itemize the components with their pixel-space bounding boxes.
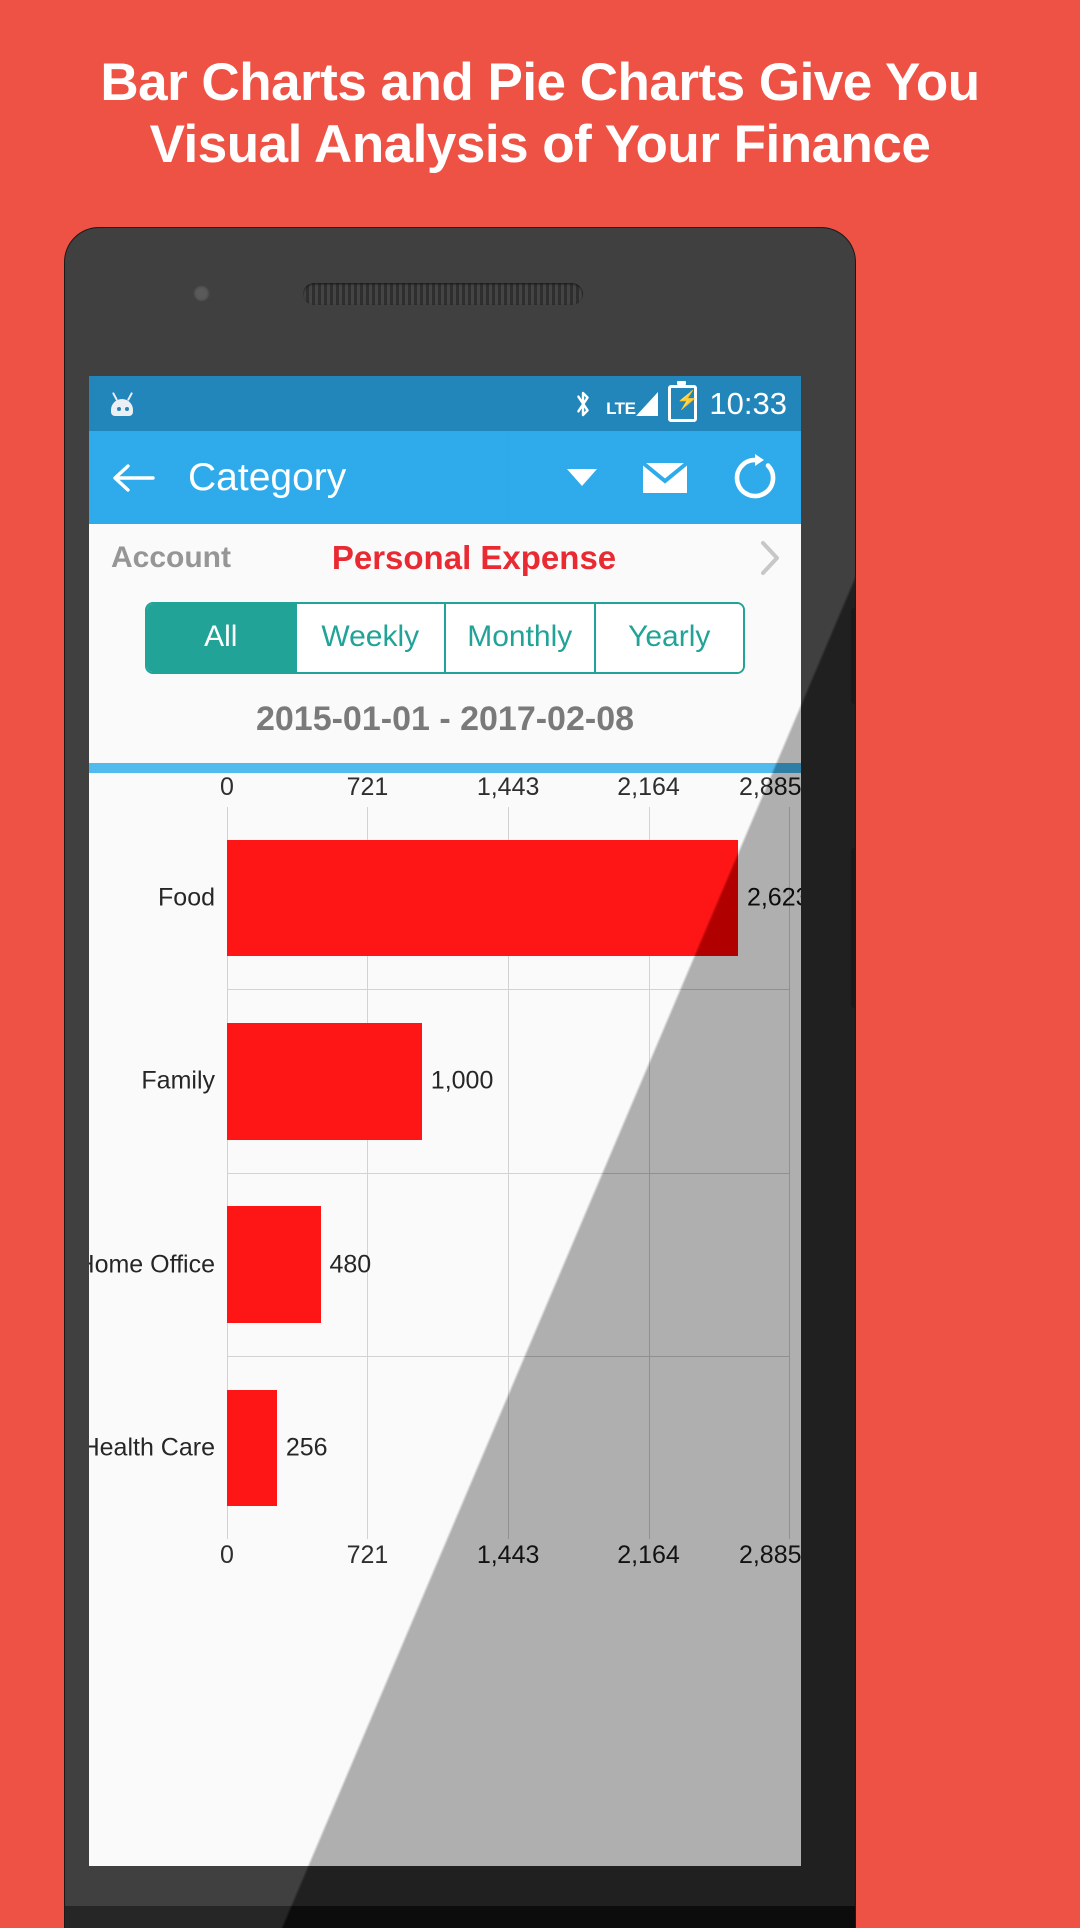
chart-category-label: Family [141,1066,215,1095]
chart-axis-top: 0 721 1,443 2,164 2,885 [89,773,801,807]
axis-tick-label: 2,164 [617,773,680,801]
date-range-label[interactable]: 2015-01-01 - 2017-02-08 [89,674,801,763]
chart-axis-bottom: 0 721 1,443 2,164 2,885 [89,1541,801,1575]
axis-tick-label: 721 [346,1541,389,1569]
front-camera-icon [193,285,210,302]
chart-bar[interactable] [227,839,738,957]
axis-tick-label: 2,885 [738,773,801,801]
chart-bar-row[interactable]: Family 1,000 [141,990,789,1174]
bluetooth-icon [577,391,589,416]
app-toolbar: Category [89,431,801,524]
promo-headline-line2: Visual Analysis of Your Finance [149,115,931,174]
status-bar: LTE ⚡ 10:33 [89,376,801,431]
chart-bar-value: 480 [329,1250,372,1279]
axis-tick-label: 1,443 [476,1541,540,1569]
period-tabs-group: All Weekly Monthly Yearly [145,602,745,674]
axis-tick-label: 2,885 [738,1541,801,1569]
back-arrow-icon[interactable] [111,458,155,498]
promo-headline: Bar Charts and Pie Charts Give You Visua… [0,52,1080,176]
battery-charging-icon: ⚡ [668,381,699,422]
expense-bar-chart: 0 721 1,443 2,164 2,885 Food 2,623 Family 1,000… [89,773,801,1575]
chart-bar-value: 1,000 [430,1066,494,1095]
power-button[interactable] [851,608,855,704]
chart-bar[interactable] [227,1206,321,1323]
chart-gridline [789,807,790,1539]
chart-category-label: Health Care [89,1433,215,1462]
tab-yearly[interactable]: Yearly [593,604,743,672]
section-divider [89,763,801,773]
chart-bar[interactable] [227,1389,277,1507]
tab-monthly[interactable]: Monthly [444,604,594,672]
volume-button[interactable] [851,848,855,1008]
chevron-down-icon[interactable] [567,469,597,486]
mail-icon[interactable] [641,460,689,496]
chart-bar-value: 256 [285,1433,328,1462]
refresh-icon[interactable] [731,453,779,502]
chart-bar-rows: Food 2,623 Family 1,000 Home Office 480 Health… [89,807,801,1539]
chart-bar-value: 2,623 [746,883,801,912]
axis-tick-label: 721 [346,773,389,801]
chart-category-label: Home Office [89,1250,215,1279]
chart-bar-row[interactable]: Home Office 480 [89,1174,789,1357]
network-indicator: LTE [606,391,659,418]
chart-bar-row[interactable]: Food 2,623 [158,807,801,991]
earpiece-speaker [303,283,583,305]
chart-bar-row[interactable]: Health Care 256 [89,1357,789,1539]
tab-all[interactable]: All [147,604,295,672]
axis-tick-label: 0 [220,1541,234,1569]
chevron-right-icon[interactable] [757,538,783,578]
network-type-label: LTE [606,398,636,418]
chart-bar[interactable] [227,1023,422,1140]
axis-tick-label: 0 [220,773,234,801]
chart-plot-area: Food 2,623 Family 1,000 Home Office 480 Health… [89,807,801,1539]
status-bar-clock: 10:33 [709,385,787,421]
chart-category-label: Food [158,883,215,912]
phone-screen: LTE ⚡ 10:33 Category Account Personal Ex… [89,376,801,1866]
phone-bottom-edge [65,1906,855,1928]
tab-weekly[interactable]: Weekly [294,604,444,672]
promo-headline-line1: Bar Charts and Pie Charts Give You [100,53,980,112]
phone-mockup: LTE ⚡ 10:33 Category Account Personal Ex… [65,228,855,1928]
account-selector-row[interactable]: Account Personal Expense [89,524,801,592]
axis-tick-label: 1,443 [476,773,540,801]
axis-tick-label: 2,164 [617,1541,680,1569]
period-tabs: All Weekly Monthly Yearly [89,592,801,674]
android-robot-icon [107,391,137,417]
signal-bars-icon [636,391,659,416]
toolbar-title: Category [188,455,347,499]
account-value: Personal Expense [331,539,617,576]
